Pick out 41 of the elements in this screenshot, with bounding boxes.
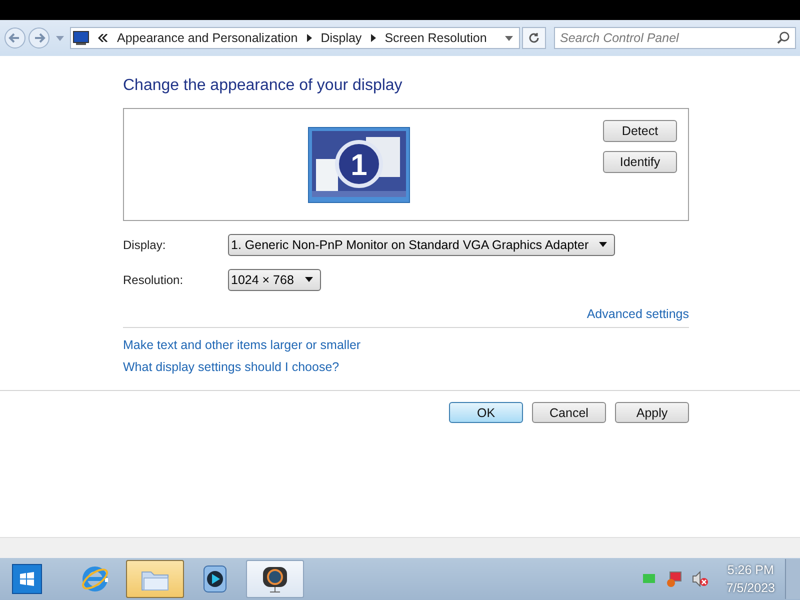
browser-e-icon xyxy=(80,564,110,594)
help-link[interactable]: What display settings should I choose? xyxy=(123,360,340,374)
breadcrumb[interactable]: Screen Resolution xyxy=(384,31,487,45)
back-icon[interactable] xyxy=(4,27,26,49)
advanced-settings-link[interactable]: Advanced settings xyxy=(586,307,689,321)
clock-time: 5:26 PM xyxy=(727,563,774,577)
double-chevron-icon[interactable] xyxy=(98,34,108,42)
clock-date: 7/5/2023 xyxy=(726,581,775,595)
start-button[interactable] xyxy=(12,564,42,594)
taskbar-button[interactable] xyxy=(246,560,304,598)
media-player-icon xyxy=(202,564,228,594)
breadcrumb[interactable]: Appearance and Personalization xyxy=(117,31,298,45)
search-field[interactable]: Search Control Panel xyxy=(554,27,796,49)
dropdown-arrow-icon xyxy=(598,242,607,247)
monitor-number: 1 xyxy=(350,149,368,182)
address-field[interactable]: Appearance and Personalization Display Screen Resolution xyxy=(70,27,520,49)
webcam-icon xyxy=(260,564,290,594)
forward-icon[interactable] xyxy=(28,27,50,49)
search-icon[interactable] xyxy=(777,31,790,44)
dropdown-arrow-icon xyxy=(305,277,313,282)
breadcrumb[interactable]: Display xyxy=(320,31,362,45)
page-heading: Change the appearance of your display xyxy=(123,77,404,96)
arrow-icon[interactable] xyxy=(306,34,312,42)
speaker-muted-icon[interactable] xyxy=(692,571,708,587)
refresh-icon xyxy=(528,32,540,44)
preview-button[interactable]: Identify xyxy=(603,151,677,173)
setting-label: Display: xyxy=(123,238,167,252)
dialog-button[interactable]: Apply xyxy=(615,402,689,423)
setting-dropdown[interactable]: 1024 × 768 xyxy=(228,268,321,290)
help-link[interactable]: Make text and other items larger or smaller xyxy=(123,338,361,352)
dialog-button[interactable]: OK xyxy=(449,402,523,423)
windows-logo-icon xyxy=(20,572,34,586)
dialog-button[interactable]: Cancel xyxy=(532,402,606,423)
monitor-icon xyxy=(73,31,89,45)
monitor-drawing[interactable]: 1 xyxy=(308,127,410,203)
setting-label: Resolution: xyxy=(123,272,184,286)
setting-dropdown[interactable]: 1. Generic Non-PnP Monitor on Standard VGA Graphics Adapter xyxy=(228,234,615,256)
refresh-button[interactable] xyxy=(522,27,546,49)
dropdown-arrow-icon[interactable] xyxy=(505,36,513,40)
arrow-icon[interactable] xyxy=(370,34,376,42)
preview-button[interactable]: Detect xyxy=(603,120,677,142)
